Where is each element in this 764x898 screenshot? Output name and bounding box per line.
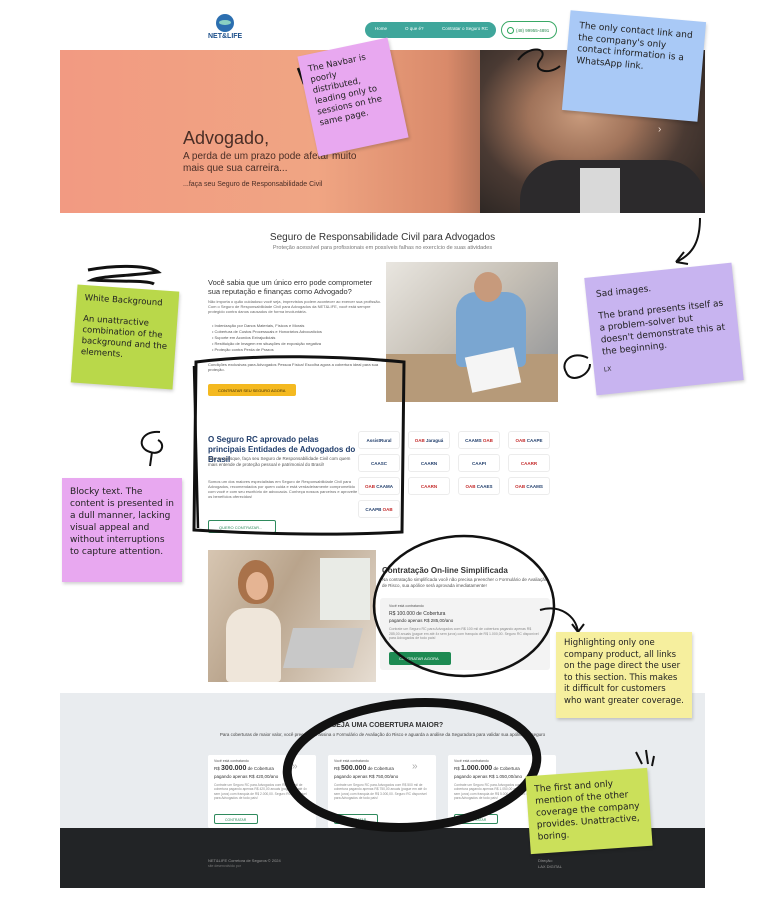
partner-logo: OAB CAAMS [508, 477, 550, 495]
simplified-title: Contratação On-line Simplificada [382, 566, 508, 575]
whatsapp-number: (48) 99955-4891 [516, 28, 550, 33]
section-title: Seguro de Responsabilidade Civil para Ad… [269, 232, 496, 243]
card-amount: R$ 500.000 de Cobertura [334, 765, 394, 772]
card-label: Você está contratando [389, 604, 424, 608]
hero-photo-shirt [580, 168, 620, 213]
hero-subtitle: A perda de um prazo pode afetar muito ma… [183, 151, 357, 174]
photo-head [474, 272, 502, 302]
card-detail: Contrate um Seguro RC para Advogados com… [214, 783, 307, 800]
contract-button[interactable]: CONTRATAR [214, 814, 258, 824]
footer-developer[interactable]: site desenvolvido por [208, 864, 241, 868]
whatsapp-button[interactable]: (48) 99955-4891 [501, 21, 557, 39]
partner-logo: OAB CAAES [458, 477, 500, 495]
simplified-paragraph: Na contratação simplificada você não pre… [382, 577, 548, 588]
card-price: pagando apenas R$ 420,00/ano [214, 774, 279, 779]
card-label: Você está contratando [454, 759, 489, 763]
hero-title: Advogado, [183, 128, 270, 148]
contract-button[interactable]: CONTRATAR [454, 814, 498, 824]
footer-copyright: NET&LIFE Corretora de Seguros © 2024 [208, 858, 281, 863]
partner-logo: AssistRural [358, 431, 400, 449]
partner-logo: OAB Jaraguá [408, 431, 450, 449]
partner-logo: CAAMS OAB [458, 431, 500, 449]
partner-logo: CAAPB OAB [358, 500, 400, 518]
annotation-body: An unattractive combination of the backg… [80, 314, 168, 360]
coverage-card-100k: Você está contratando R$ 100.000 de Cobe… [380, 598, 550, 670]
partner-logo: OAB CAAMA [358, 477, 400, 495]
office-photo [386, 262, 558, 402]
want-to-contract-button[interactable]: QUERO CONTRATAR... [208, 520, 276, 533]
card-price: pagando apenas R$ 1.050,00/ano [454, 774, 523, 779]
coverage-paragraph: Para coberturas de maior valor, você pre… [219, 732, 546, 737]
rc-paragraph-2: Somos um dos maiores especialistas em Se… [208, 479, 358, 499]
nav-link-contract[interactable]: Contratar o Seguro RC [442, 26, 488, 31]
whatsapp-icon [507, 27, 514, 34]
card-amount: R$ 1.000.000 de Cobertura [454, 765, 520, 772]
card-detail: Contrate um Seguro RC para Advogados com… [389, 627, 539, 640]
annotation-sad-images: Sad images. The brand presents itself as… [584, 262, 744, 396]
globe-icon [216, 14, 234, 32]
footer-right-label: Direção: [538, 858, 553, 863]
card-detail: Contrate um Seguro RC para Advogados com… [334, 783, 427, 800]
hero-note: ...faça seu Seguro de Responsabilidade C… [183, 181, 323, 188]
annotation-body: The brand presents itself as a problem-s… [597, 298, 726, 358]
coverage-card-500k: Você está contratando R$ 500.000 de Cobe… [328, 755, 436, 828]
intro-question: Você sabia que um único erro pode compro… [208, 278, 373, 296]
contract-now-green-button[interactable]: CONTRATAR AGORA [389, 652, 451, 665]
annotation-highlight: Highlighting only one company product, a… [556, 632, 692, 718]
annotation-first-only: The first and only mention of the other … [525, 767, 653, 855]
section-subtitle: Proteção acessível para profissionais em… [272, 245, 493, 251]
contract-button[interactable]: CONTRATAR [334, 814, 378, 824]
nav-link-home[interactable]: Home [375, 26, 387, 31]
card-label: Você está contratando [214, 759, 249, 763]
coverage-title: DESEJA UMA COBERTURA MAIOR? [321, 722, 444, 729]
annotation-title: Sad images. [595, 284, 652, 300]
list-item: Proteção contra Perda de Prazos [212, 347, 382, 353]
page: NET&LIFE Home O que é? Contratar o Segur… [0, 0, 764, 898]
annotation-title: White Background [84, 293, 163, 309]
partner-logo: CAASC [358, 454, 400, 472]
chevron-right-icon: » [532, 761, 538, 772]
nav-link-about[interactable]: O que é? [405, 26, 424, 31]
card-label: Você está contratando [334, 759, 369, 763]
photo-body [226, 608, 281, 682]
card-price: pagando apenas R$ 750,00/ano [334, 774, 399, 779]
logo-text: NET&LIFE [208, 33, 243, 40]
card-amount: R$ 300.000 de Cobertura [214, 765, 274, 772]
footer-right-brand[interactable]: LAX DIGITAL [538, 864, 562, 869]
chevron-right-icon: » [412, 761, 418, 772]
partner-logo: CAARN [408, 477, 450, 495]
partner-logo: CAARR [508, 454, 550, 472]
photo-face [246, 572, 268, 600]
rc-paragraph-1: Não se arrisque, faça seu Seguro de Resp… [208, 456, 351, 467]
woman-laptop-photo [208, 550, 376, 682]
card-price: pagando apenas R$ 285,00/ano [389, 618, 454, 623]
annotation-contact: The only contact link and the company's … [561, 10, 707, 122]
partner-logo: CAAPI [458, 454, 500, 472]
contract-now-button[interactable]: CONTRATAR SEU SEGURO AGORA [208, 384, 296, 396]
partner-logo-grid: AssistRural OAB Jaraguá CAAMS OAB OAB CA… [358, 431, 553, 526]
benefit-list: Indenização por Danos Materiais, Físicos… [212, 323, 382, 353]
photo-window [320, 558, 370, 620]
annotation-blocky-text: Blocky text. The content is presented in… [62, 478, 182, 582]
partner-logo: OAB CAAPE [508, 431, 550, 449]
chevron-right-icon: » [292, 761, 298, 772]
coverage-card-300k: Você está contratando R$ 300.000 de Cobe… [208, 755, 316, 828]
intro-conditions: Condições exclusivas para Advogados Pess… [208, 362, 379, 372]
carousel-next-icon[interactable]: › [658, 124, 661, 135]
card-amount: R$ 100.000 de Cobertura [389, 611, 446, 617]
annotation-white-background: White Background An unattractive combina… [70, 284, 180, 390]
site-logo[interactable]: NET&LIFE [208, 14, 242, 46]
partner-logo: CAARN [408, 454, 450, 472]
photo-laptop [283, 628, 363, 668]
intro-paragraph: Não importa o quão cuidadoso você seja, … [208, 299, 381, 314]
